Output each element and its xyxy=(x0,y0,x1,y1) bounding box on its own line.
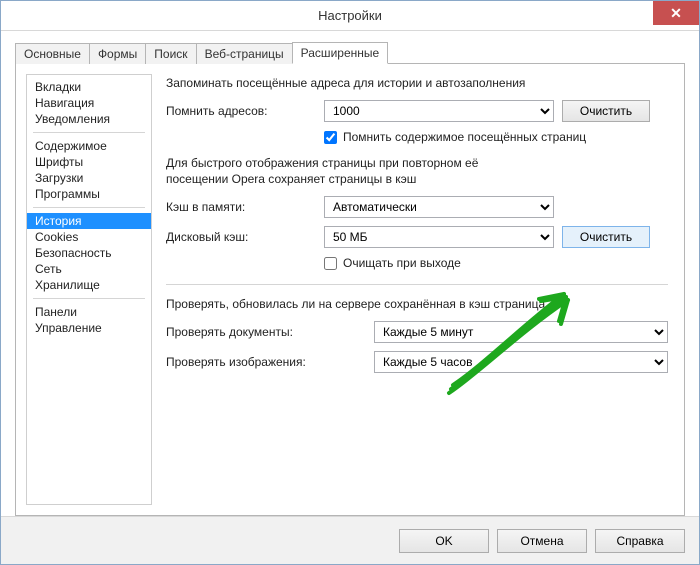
cache-intro-a: Для быстрого отображения страницы при по… xyxy=(166,156,668,170)
ok-button[interactable]: OK xyxy=(399,529,489,553)
sidebar-item-navigation[interactable]: Навигация xyxy=(27,95,151,111)
settings-window: Настройки ✕ Основные Формы Поиск Веб-стр… xyxy=(0,0,700,565)
sidebar-divider xyxy=(33,207,145,208)
help-button[interactable]: Справка xyxy=(595,529,685,553)
row-mem-cache: Кэш в памяти: Автоматически xyxy=(166,196,668,218)
check-docs-select[interactable]: Каждые 5 минут xyxy=(374,321,668,343)
remember-content-checkbox[interactable] xyxy=(324,131,337,144)
sidebar-item-downloads[interactable]: Загрузки xyxy=(27,170,151,186)
close-button[interactable]: ✕ xyxy=(653,1,699,25)
sidebar-item-history[interactable]: История xyxy=(27,213,151,229)
section-divider xyxy=(166,284,668,285)
sidebar-item-management[interactable]: Управление xyxy=(27,320,151,336)
row-disk-cache: Дисковый кэш: 50 МБ Очистить xyxy=(166,226,668,248)
mem-cache-select[interactable]: Автоматически xyxy=(324,196,554,218)
tab-webpages[interactable]: Веб-страницы xyxy=(196,43,293,64)
advanced-sidebar: Вкладки Навигация Уведомления Содержимое… xyxy=(26,74,152,505)
tab-search[interactable]: Поиск xyxy=(145,43,196,64)
sidebar-item-cookies[interactable]: Cookies xyxy=(27,229,151,245)
row-remember-content: Помнить содержимое посещённых страниц xyxy=(324,130,668,144)
mem-cache-label: Кэш в памяти: xyxy=(166,200,316,214)
window-title: Настройки xyxy=(318,8,382,23)
clear-on-exit-label: Очищать при выходе xyxy=(343,256,461,270)
remember-addresses-label: Помнить адресов: xyxy=(166,104,316,118)
close-icon: ✕ xyxy=(670,5,682,22)
cancel-button[interactable]: Отмена xyxy=(497,529,587,553)
clear-history-button[interactable]: Очистить xyxy=(562,100,650,122)
sidebar-divider xyxy=(33,298,145,299)
tab-basic[interactable]: Основные xyxy=(15,43,90,64)
sidebar-item-notifications[interactable]: Уведомления xyxy=(27,111,151,127)
clear-cache-button[interactable]: Очистить xyxy=(562,226,650,248)
tab-advanced[interactable]: Расширенные xyxy=(292,42,389,64)
tabs-row: Основные Формы Поиск Веб-страницы Расшир… xyxy=(15,41,685,63)
dialog-footer: OK Отмена Справка xyxy=(1,516,699,564)
cache-intro-b: посещении Opera сохраняет страницы в кэш xyxy=(166,172,668,186)
check-images-select[interactable]: Каждые 5 часов xyxy=(374,351,668,373)
disk-cache-select[interactable]: 50 МБ xyxy=(324,226,554,248)
check-images-label: Проверять изображения: xyxy=(166,355,366,369)
row-check-images: Проверять изображения: Каждые 5 часов xyxy=(166,351,668,373)
row-remember-addresses: Помнить адресов: 1000 Очистить xyxy=(166,100,668,122)
sidebar-item-security[interactable]: Безопасность xyxy=(27,245,151,261)
disk-cache-label: Дисковый кэш: xyxy=(166,230,316,244)
sidebar-item-panels[interactable]: Панели xyxy=(27,304,151,320)
sidebar-item-programs[interactable]: Программы xyxy=(27,186,151,202)
window-body: Основные Формы Поиск Веб-страницы Расшир… xyxy=(1,31,699,516)
history-intro: Запоминать посещённые адреса для истории… xyxy=(166,76,668,90)
sidebar-item-tabs[interactable]: Вкладки xyxy=(27,79,151,95)
sidebar-item-storage[interactable]: Хранилище xyxy=(27,277,151,293)
row-check-docs: Проверять документы: Каждые 5 минут xyxy=(166,321,668,343)
remember-addresses-select[interactable]: 1000 xyxy=(324,100,554,122)
check-docs-label: Проверять документы: xyxy=(166,325,366,339)
sidebar-divider xyxy=(33,132,145,133)
sidebar-item-content[interactable]: Содержимое xyxy=(27,138,151,154)
page-advanced: Вкладки Навигация Уведомления Содержимое… xyxy=(15,63,685,516)
tab-forms[interactable]: Формы xyxy=(89,43,146,64)
remember-content-label: Помнить содержимое посещённых страниц xyxy=(343,130,586,144)
sidebar-item-fonts[interactable]: Шрифты xyxy=(27,154,151,170)
titlebar: Настройки ✕ xyxy=(1,1,699,31)
history-panel: Запоминать посещённые адреса для истории… xyxy=(162,74,674,505)
check-intro: Проверять, обновилась ли на сервере сохр… xyxy=(166,297,668,311)
sidebar-item-network[interactable]: Сеть xyxy=(27,261,151,277)
row-clear-on-exit: Очищать при выходе xyxy=(324,256,668,270)
clear-on-exit-checkbox[interactable] xyxy=(324,257,337,270)
